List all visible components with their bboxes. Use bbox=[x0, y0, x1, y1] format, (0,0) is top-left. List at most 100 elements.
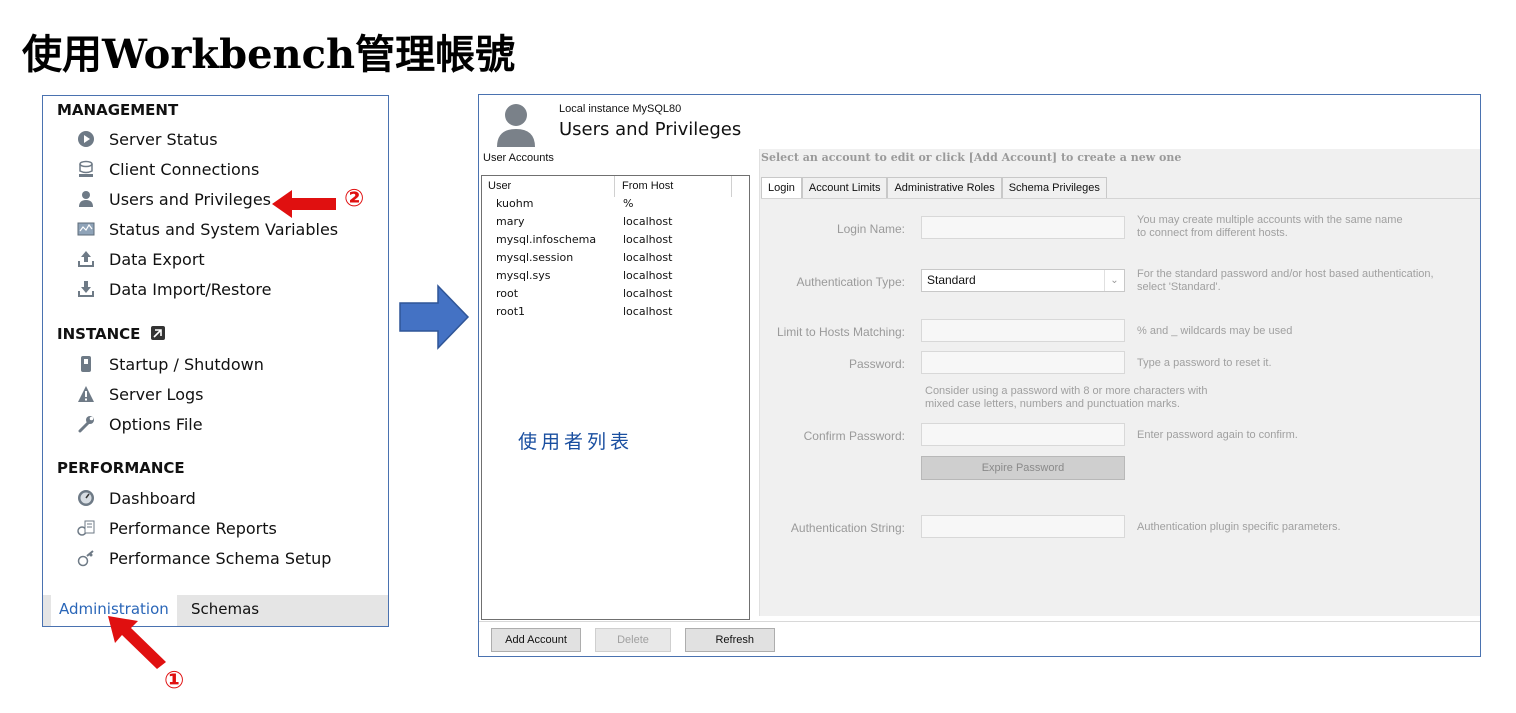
tab-account-limits[interactable]: Account Limits bbox=[801, 177, 888, 198]
user-cell: root bbox=[496, 287, 519, 300]
user-row[interactable]: mary localhost bbox=[482, 215, 749, 233]
login-name-field[interactable] bbox=[921, 216, 1125, 239]
variables-icon bbox=[77, 220, 95, 238]
nav-item-server-logs[interactable]: Server Logs bbox=[77, 382, 203, 406]
nav-item-label: Users and Privileges bbox=[109, 189, 272, 209]
tab-login[interactable]: Login bbox=[761, 177, 802, 198]
user-cell: root1 bbox=[496, 305, 526, 318]
account-tabs: Login Account Limits Administrative Role… bbox=[761, 177, 1107, 198]
hint-line: You may create multiple accounts with th… bbox=[1137, 214, 1403, 226]
nav-item-performance-schema-setup[interactable]: Performance Schema Setup bbox=[77, 546, 331, 570]
nav-item-data-import[interactable]: Data Import/Restore bbox=[77, 277, 272, 301]
auth-string-hint: Authentication plugin specific parameter… bbox=[1137, 521, 1341, 533]
nav-item-data-export[interactable]: Data Export bbox=[77, 247, 205, 271]
page-title: Users and Privileges bbox=[559, 119, 742, 140]
tab-administrative-roles[interactable]: Administrative Roles bbox=[887, 177, 1002, 198]
instance-icon[interactable] bbox=[150, 325, 166, 345]
password-label: Password: bbox=[848, 357, 905, 371]
column-divider bbox=[614, 176, 615, 197]
auth-type-value: Standard bbox=[927, 273, 976, 287]
nav-item-label: Startup / Shutdown bbox=[109, 354, 264, 374]
column-header-user[interactable]: User bbox=[488, 180, 511, 192]
warning-icon bbox=[77, 385, 95, 403]
auth-type-hint: For the standard password and/or host ba… bbox=[1137, 268, 1434, 294]
auth-string-field[interactable] bbox=[921, 515, 1125, 538]
host-cell: localhost bbox=[623, 251, 673, 264]
host-cell: % bbox=[623, 197, 634, 210]
nav-item-label: Performance Schema Setup bbox=[109, 548, 332, 568]
password-hint: Type a password to reset it. bbox=[1137, 357, 1272, 369]
hosts-hint: % and _ wildcards may be used bbox=[1137, 325, 1293, 337]
hosts-label: Limit to Hosts Matching: bbox=[776, 325, 905, 339]
host-cell: localhost bbox=[623, 233, 673, 246]
delete-button[interactable]: Delete bbox=[595, 628, 671, 652]
section-management: MANAGEMENT bbox=[57, 101, 179, 119]
user-row[interactable]: mysql.sys localhost bbox=[482, 269, 749, 287]
user-cell: mary bbox=[496, 215, 525, 228]
confirm-password-hint: Enter password again to confirm. bbox=[1137, 429, 1298, 441]
user-row[interactable]: kuohm% bbox=[482, 197, 749, 215]
user-cell: mysql.sys bbox=[496, 269, 551, 282]
login-name-label: Login Name: bbox=[836, 222, 905, 236]
hint-line: select 'Standard'. bbox=[1137, 281, 1221, 293]
wrench-icon bbox=[77, 415, 95, 433]
reports-icon bbox=[77, 519, 95, 537]
slide-title: 使用Workbench管理帳號 bbox=[22, 31, 516, 78]
nav-item-startup-shutdown[interactable]: Startup / Shutdown bbox=[77, 352, 264, 376]
nav-item-users-and-privileges[interactable]: Users and Privileges bbox=[77, 187, 271, 211]
nav-item-server-status[interactable]: Server Status bbox=[77, 127, 218, 151]
bottom-button-bar: Add Account Delete Refresh bbox=[479, 621, 1480, 656]
refresh-button[interactable]: Refresh bbox=[685, 628, 775, 652]
host-cell: localhost bbox=[623, 269, 673, 282]
note-line: Consider using a password with 8 or more… bbox=[925, 385, 1208, 397]
export-icon bbox=[77, 250, 95, 268]
chevron-down-icon[interactable]: ⌄ bbox=[1104, 270, 1124, 291]
step-2-marker: ② bbox=[344, 184, 365, 212]
confirm-password-field[interactable] bbox=[921, 423, 1125, 446]
tab-schemas[interactable]: Schemas bbox=[183, 595, 267, 626]
auth-type-select[interactable]: Standard ⌄ bbox=[921, 269, 1125, 292]
hint-line: For the standard password and/or host ba… bbox=[1137, 268, 1434, 280]
nav-item-label: Dashboard bbox=[109, 488, 196, 508]
nav-item-performance-reports[interactable]: Performance Reports bbox=[77, 516, 277, 540]
nav-item-label: Status and System Variables bbox=[109, 219, 339, 239]
nav-item-dashboard[interactable]: Dashboard bbox=[77, 486, 196, 510]
user-row[interactable]: root localhost bbox=[482, 287, 749, 305]
navigator-tabs: Administration Schemas bbox=[43, 595, 388, 626]
user-accounts-label: User Accounts bbox=[483, 152, 554, 164]
schema-setup-icon bbox=[77, 549, 95, 567]
add-account-button[interactable]: Add Account bbox=[491, 628, 581, 652]
section-instance: INSTANCE bbox=[57, 325, 166, 345]
nav-item-label: Performance Reports bbox=[109, 518, 277, 538]
user-row[interactable]: root1 localhost bbox=[482, 305, 749, 323]
red-arrow-step1 bbox=[108, 616, 166, 669]
note-line: mixed case letters, numbers and punctuat… bbox=[925, 398, 1180, 410]
nav-item-options-file[interactable]: Options File bbox=[77, 412, 203, 436]
nav-item-label: Server Status bbox=[109, 129, 218, 149]
startup-icon bbox=[77, 355, 95, 373]
user-avatar-icon bbox=[493, 101, 539, 152]
host-cell: localhost bbox=[623, 305, 673, 318]
column-header-from-host[interactable]: From Host bbox=[622, 180, 673, 192]
instance-name: Local instance MySQL80 bbox=[559, 103, 682, 115]
users-privileges-panel: Local instance MySQL80 Users and Privile… bbox=[478, 94, 1481, 657]
column-divider bbox=[731, 176, 732, 197]
select-account-message: Select an account to edit or click [Add … bbox=[761, 151, 1182, 164]
section-performance: PERFORMANCE bbox=[57, 459, 185, 477]
tab-schema-privileges[interactable]: Schema Privileges bbox=[1001, 177, 1107, 198]
nav-item-status-system-variables[interactable]: Status and System Variables bbox=[77, 217, 338, 241]
password-field[interactable] bbox=[921, 351, 1125, 374]
hint-line: to connect from different hosts. bbox=[1137, 227, 1288, 239]
navigator-panel: MANAGEMENT Server Status Client Connecti… bbox=[42, 95, 389, 627]
confirm-password-label: Confirm Password: bbox=[803, 429, 905, 443]
login-name-hint: You may create multiple accounts with th… bbox=[1137, 214, 1403, 240]
user-row[interactable]: mysql.infoschema localhost bbox=[482, 233, 749, 251]
expire-password-button[interactable]: Expire Password bbox=[921, 456, 1125, 480]
section-instance-label: INSTANCE bbox=[57, 325, 141, 343]
client-connections-icon bbox=[77, 160, 95, 178]
nav-item-label: Server Logs bbox=[109, 384, 204, 404]
user-accounts-list[interactable]: User From Host kuohm% mary localhost mysq… bbox=[481, 175, 750, 620]
hosts-matching-field[interactable] bbox=[921, 319, 1125, 342]
user-row[interactable]: mysql.session localhost bbox=[482, 251, 749, 269]
nav-item-client-connections[interactable]: Client Connections bbox=[77, 157, 259, 181]
